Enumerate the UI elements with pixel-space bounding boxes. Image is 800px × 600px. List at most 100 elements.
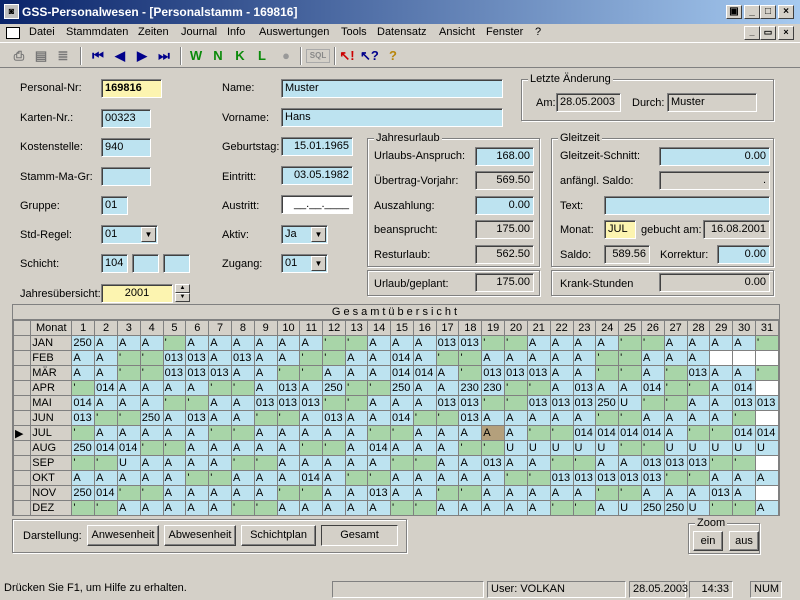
day-cell[interactable]: 013 <box>185 410 210 426</box>
urlaubs-anspruch-field[interactable]: 168.00 <box>475 147 534 166</box>
day-cell[interactable]: A <box>367 410 392 426</box>
day-cell[interactable]: A <box>322 455 347 471</box>
day-cell[interactable]: A <box>276 425 301 441</box>
day-cell[interactable]: A <box>94 335 118 351</box>
day-cell[interactable]: A <box>116 380 141 396</box>
day-cell[interactable]: A <box>504 425 528 441</box>
day-cell[interactable]: U <box>686 440 711 456</box>
day-cell[interactable]: ' <box>595 350 620 366</box>
day-cell[interactable]: U <box>755 440 779 456</box>
day-cell[interactable]: ' <box>71 500 96 515</box>
day-cell[interactable]: 250 <box>595 395 620 411</box>
day-cell[interactable]: A <box>322 500 347 515</box>
day-cell[interactable]: A <box>185 485 210 501</box>
austritt-field[interactable]: __.__.____ <box>281 195 353 214</box>
day-cell[interactable]: A <box>686 335 711 351</box>
row-selector[interactable] <box>13 470 32 486</box>
day-cell[interactable]: A <box>412 470 437 486</box>
day-cell[interactable]: ' <box>367 470 392 486</box>
day-cell[interactable]: 014 <box>572 425 597 441</box>
toolbar-n-button[interactable]: N <box>209 47 227 65</box>
day-cell[interactable]: A <box>299 380 324 396</box>
day-cell[interactable]: A <box>71 470 96 486</box>
day-cell[interactable]: A <box>185 425 210 441</box>
day-cell[interactable]: 014 <box>71 395 96 411</box>
toolbar-l-button[interactable]: L <box>253 47 271 65</box>
day-cell[interactable]: A <box>116 500 141 515</box>
day-cell[interactable]: 230 <box>481 380 506 396</box>
day-cell[interactable]: A <box>71 350 96 366</box>
day-cell[interactable]: A <box>162 425 187 441</box>
day-cell[interactable]: A <box>231 485 255 501</box>
day-cell[interactable]: A <box>732 365 757 381</box>
day-cell[interactable]: A <box>276 440 301 456</box>
day-cell[interactable]: A <box>94 425 118 441</box>
day-cell[interactable]: A <box>231 470 255 486</box>
day-cell[interactable]: ' <box>185 395 210 411</box>
day-cell[interactable]: ' <box>299 365 324 381</box>
day-cell[interactable]: A <box>162 455 187 471</box>
name-field[interactable]: Muster <box>281 79 503 98</box>
help-pointer-icon[interactable]: ↖? <box>360 47 379 65</box>
day-cell[interactable]: A <box>709 470 734 486</box>
day-cell[interactable]: 013 <box>686 365 711 381</box>
day-cell[interactable]: A <box>162 470 187 486</box>
day-cell[interactable]: ' <box>116 365 141 381</box>
day-cell[interactable]: A <box>504 410 528 426</box>
day-cell[interactable]: A <box>732 470 757 486</box>
day-cell[interactable]: A <box>139 335 164 351</box>
day-cell[interactable]: 013 <box>458 395 483 411</box>
day-cell[interactable]: A <box>185 455 210 471</box>
chevron-down-icon[interactable]: ▼ <box>311 256 326 271</box>
day-cell[interactable]: A <box>549 410 574 426</box>
day-cell[interactable]: ' <box>435 350 460 366</box>
print-icon[interactable]: ⎙ <box>10 47 28 65</box>
day-cell[interactable]: A <box>686 395 711 411</box>
day-cell[interactable]: ' <box>618 350 642 366</box>
day-cell[interactable]: A <box>322 485 347 501</box>
day-cell[interactable]: ' <box>276 365 301 381</box>
day-cell[interactable]: 013 <box>253 395 278 411</box>
schicht-field-2[interactable] <box>132 254 159 273</box>
day-cell[interactable]: ' <box>253 500 278 515</box>
day-cell[interactable]: A <box>595 335 620 351</box>
day-cell[interactable]: ' <box>162 440 187 456</box>
prev-record-icon[interactable]: ◀ <box>111 47 129 65</box>
month-row-aug[interactable]: AUG 250 014 014 ' ' A A A A A ' ' A 014 A A A ' ' U U U U U ' ' U U U… <box>13 440 779 456</box>
day-cell[interactable]: A <box>208 485 233 501</box>
day-cell[interactable]: 014 <box>116 440 141 456</box>
day-cell[interactable]: A <box>139 395 164 411</box>
day-cell[interactable]: A <box>94 395 118 411</box>
day-cell[interactable] <box>755 380 779 396</box>
day-cell[interactable]: U <box>549 440 574 456</box>
day-cell[interactable]: ' <box>709 500 734 515</box>
day-cell[interactable]: ' <box>299 350 324 366</box>
day-cell[interactable]: A <box>231 440 255 456</box>
day-cell[interactable]: ' <box>367 425 392 441</box>
day-cell[interactable]: U <box>709 440 734 456</box>
day-cell[interactable]: A <box>390 485 414 501</box>
day-cell[interactable]: A <box>253 380 278 396</box>
day-cell[interactable]: A <box>345 425 369 441</box>
day-cell[interactable]: ' <box>412 410 437 426</box>
day-cell[interactable]: A <box>526 410 551 426</box>
day-cell[interactable]: A <box>139 500 164 515</box>
menu-auswertungen[interactable]: Auswertungen <box>259 26 329 38</box>
day-cell[interactable]: A <box>185 500 210 515</box>
day-cell[interactable]: ' <box>253 410 278 426</box>
day-cell[interactable]: A <box>208 335 233 351</box>
day-cell[interactable]: ' <box>185 470 210 486</box>
day-cell[interactable]: A <box>481 410 506 426</box>
day-cell[interactable]: ' <box>504 395 528 411</box>
day-cell[interactable]: A <box>709 380 734 396</box>
day-cell[interactable]: A <box>640 410 665 426</box>
day-cell[interactable]: A <box>663 485 688 501</box>
day-cell[interactable]: A <box>299 425 324 441</box>
day-cell[interactable]: A <box>253 485 278 501</box>
day-cell[interactable]: ' <box>595 485 620 501</box>
day-cell[interactable] <box>709 350 734 366</box>
day-cell[interactable]: 013 <box>367 485 392 501</box>
day-cell[interactable]: A <box>299 500 324 515</box>
day-cell[interactable]: A <box>94 365 118 381</box>
day-cell[interactable]: 013 <box>549 470 574 486</box>
